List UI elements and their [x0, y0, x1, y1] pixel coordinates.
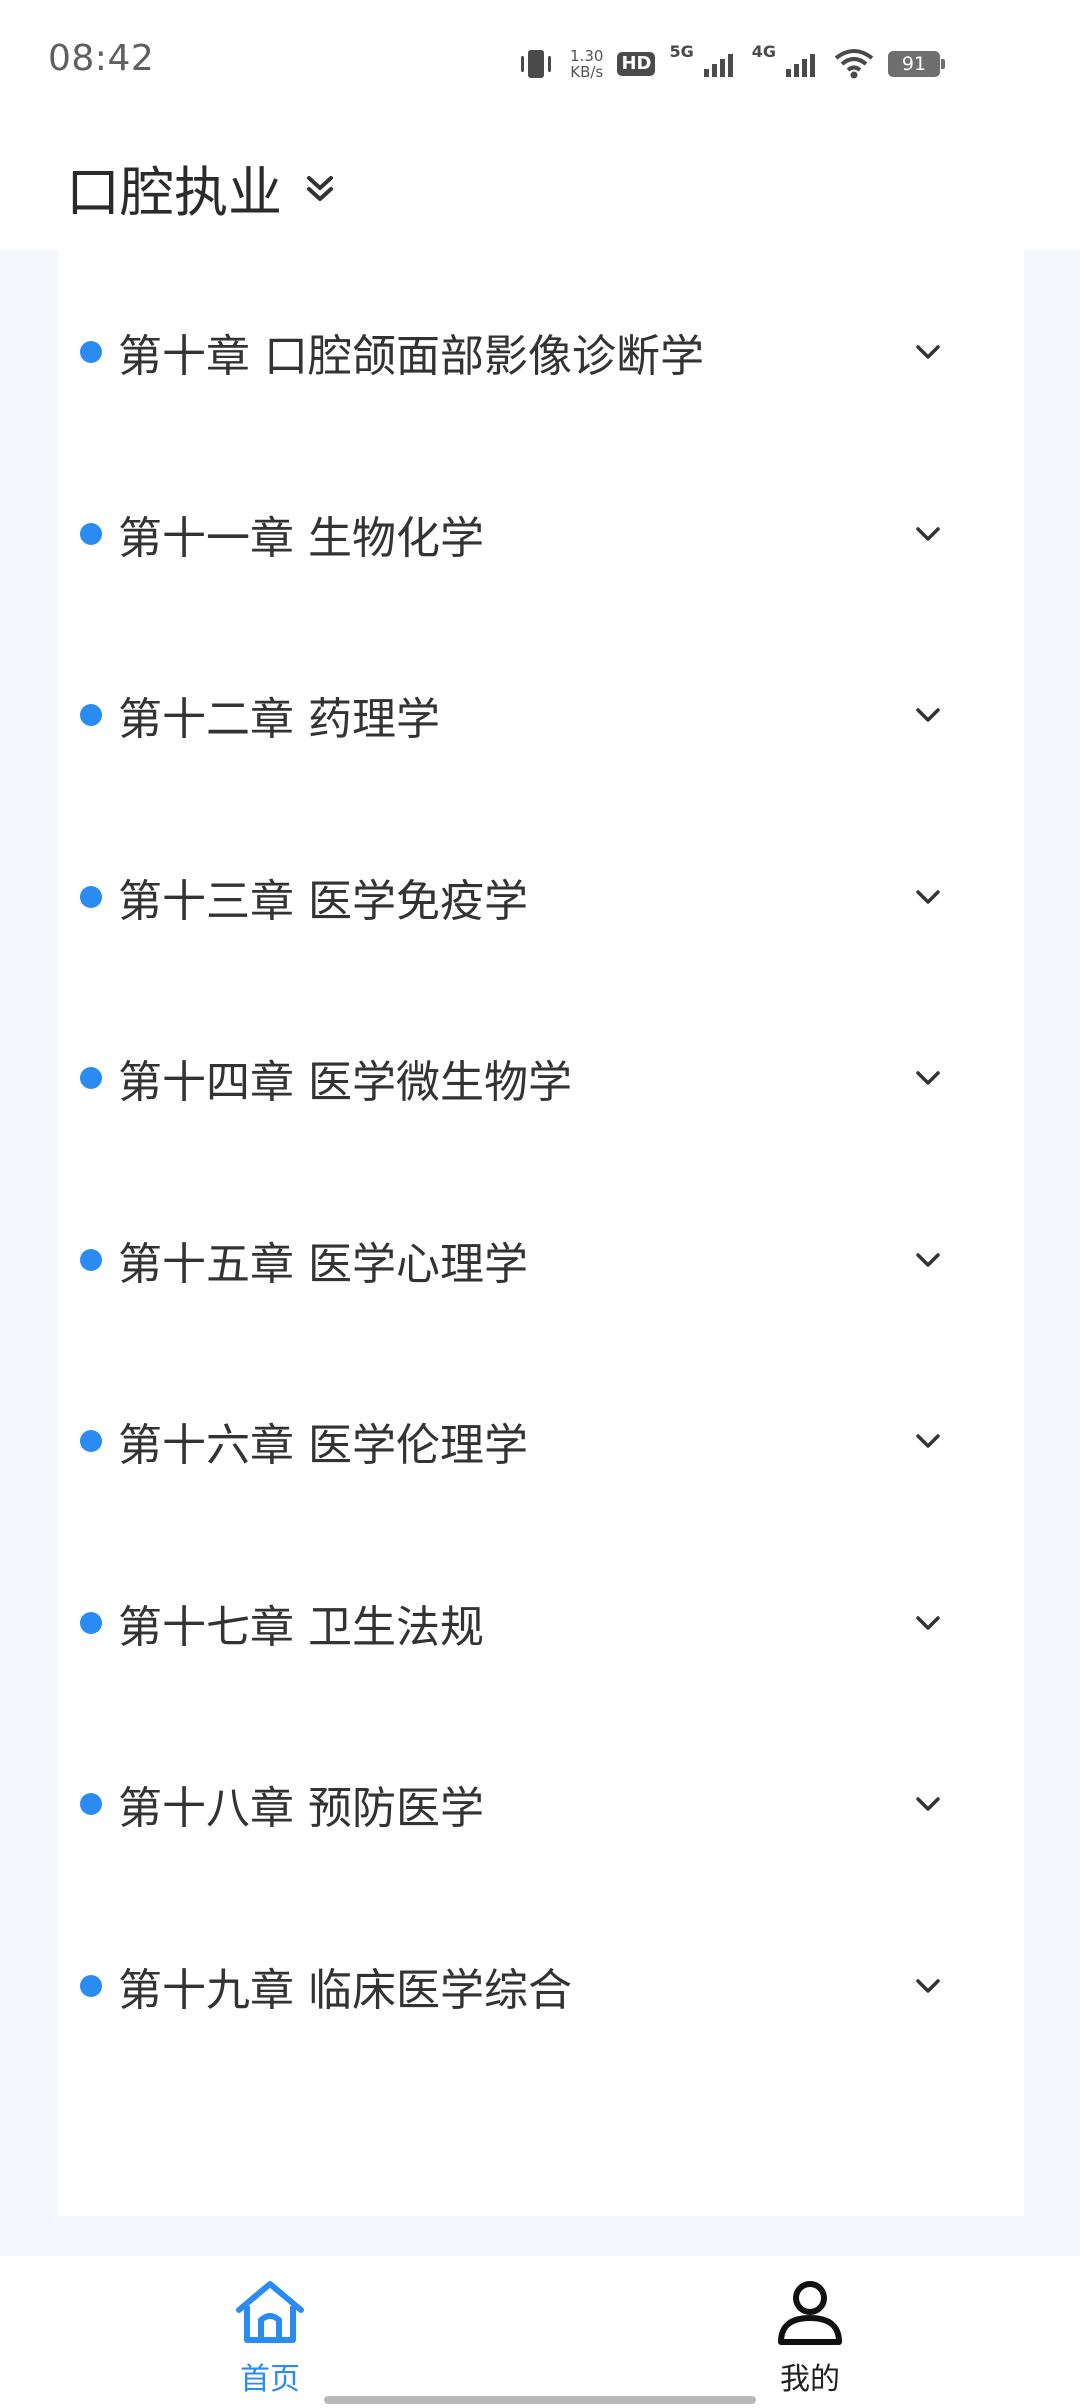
chapter-item[interactable]: 第十四章 医学微生物学: [58, 1018, 1024, 1138]
chapter-list: 第十章 口腔颌面部影像诊断学 第十一章 生物化学 第十二章 药理学 第十三章 医…: [58, 250, 1024, 2216]
chapter-item[interactable]: 第十一章 生物化学: [58, 474, 1024, 594]
network-speed-value: 1.30: [570, 47, 604, 65]
tab-home[interactable]: 首页: [170, 2276, 370, 2398]
chapter-label: 第十三章 医学免疫学: [118, 876, 528, 927]
status-bar: 08:42 1.30 KB/s HD 5G 4G 91: [0, 0, 1080, 124]
bullet-dot: [80, 341, 102, 363]
chevron-down-icon[interactable]: [908, 877, 948, 917]
chapter-label: 第十六章 医学伦理学: [118, 1420, 528, 1471]
network-5g-label: 5G: [669, 42, 694, 61]
chapter-label: 第十四章 医学微生物学: [118, 1057, 572, 1108]
chapter-item[interactable]: 第十九章 临床医学综合: [58, 1926, 1024, 2046]
bullet-dot: [80, 523, 102, 545]
chapter-item[interactable]: 第十章 口腔颌面部影像诊断学: [58, 292, 1024, 412]
chevron-down-icon[interactable]: [908, 1603, 948, 1643]
chapter-label: 第十章 口腔颌面部影像诊断学: [118, 331, 704, 382]
bullet-dot: [80, 1430, 102, 1452]
tab-mine[interactable]: 我的: [710, 2276, 910, 2398]
chevron-down-icon[interactable]: [908, 1058, 948, 1098]
chapter-label: 第十七章 卫生法规: [118, 1602, 484, 1653]
bullet-dot: [80, 1067, 102, 1089]
network-speed: 1.30 KB/s: [570, 48, 603, 80]
status-icons: 1.30 KB/s HD 5G 4G 91: [516, 40, 945, 88]
bullet-dot: [80, 704, 102, 726]
chapter-label: 第十五章 医学心理学: [118, 1239, 528, 1290]
status-time: 08:42: [48, 38, 155, 79]
person-icon: [778, 2281, 842, 2345]
chapter-label: 第十九章 临床医学综合: [118, 1965, 572, 2016]
chapter-item[interactable]: 第十三章 医学免疫学: [58, 837, 1024, 957]
network-speed-unit: KB/s: [570, 63, 604, 81]
chevron-down-icon[interactable]: [908, 1240, 948, 1280]
chevron-down-icon[interactable]: [908, 1421, 948, 1461]
chevron-down-icon[interactable]: [908, 332, 948, 372]
chapter-item[interactable]: 第十七章 卫生法规: [58, 1563, 1024, 1683]
chevron-down-icon[interactable]: [908, 695, 948, 735]
home-indicator[interactable]: [324, 2396, 756, 2404]
chevron-down-icon[interactable]: [908, 1784, 948, 1824]
network-4g-label: 4G: [751, 42, 776, 61]
home-icon: [236, 2281, 304, 2343]
battery-icon: 91: [888, 51, 945, 77]
chevron-down-icon[interactable]: [908, 514, 948, 554]
chapter-label: 第十一章 生物化学: [118, 513, 484, 564]
double-chevron-down-icon[interactable]: [300, 168, 340, 208]
bullet-dot: [80, 1975, 102, 1997]
chapter-label: 第十二章 药理学: [118, 694, 440, 745]
chapter-label: 第十八章 预防医学: [118, 1783, 484, 1834]
chevron-down-icon[interactable]: [908, 1966, 948, 2006]
chapter-item[interactable]: 第十八章 预防医学: [58, 1744, 1024, 1864]
signal-5g-icon: [703, 54, 733, 77]
bullet-dot: [80, 1612, 102, 1634]
tab-home-label: 首页: [240, 2362, 300, 2397]
wifi-icon: [834, 49, 874, 79]
hd-icon: HD: [617, 52, 656, 76]
bullet-dot: [80, 1249, 102, 1271]
bullet-dot: [80, 886, 102, 908]
tab-mine-label: 我的: [780, 2362, 840, 2397]
chapter-item[interactable]: 第十六章 医学伦理学: [58, 1381, 1024, 1501]
chapter-item[interactable]: 第十二章 药理学: [58, 655, 1024, 775]
bullet-dot: [80, 1793, 102, 1815]
page-title[interactable]: 口腔执业: [66, 148, 282, 227]
vibrate-icon: [521, 50, 552, 78]
signal-4g-icon: [786, 54, 815, 77]
chapter-item[interactable]: 第十五章 医学心理学: [58, 1200, 1024, 1320]
bottom-nav: 首页 我的: [0, 2256, 1080, 2408]
header: 口腔执业: [0, 124, 1080, 250]
